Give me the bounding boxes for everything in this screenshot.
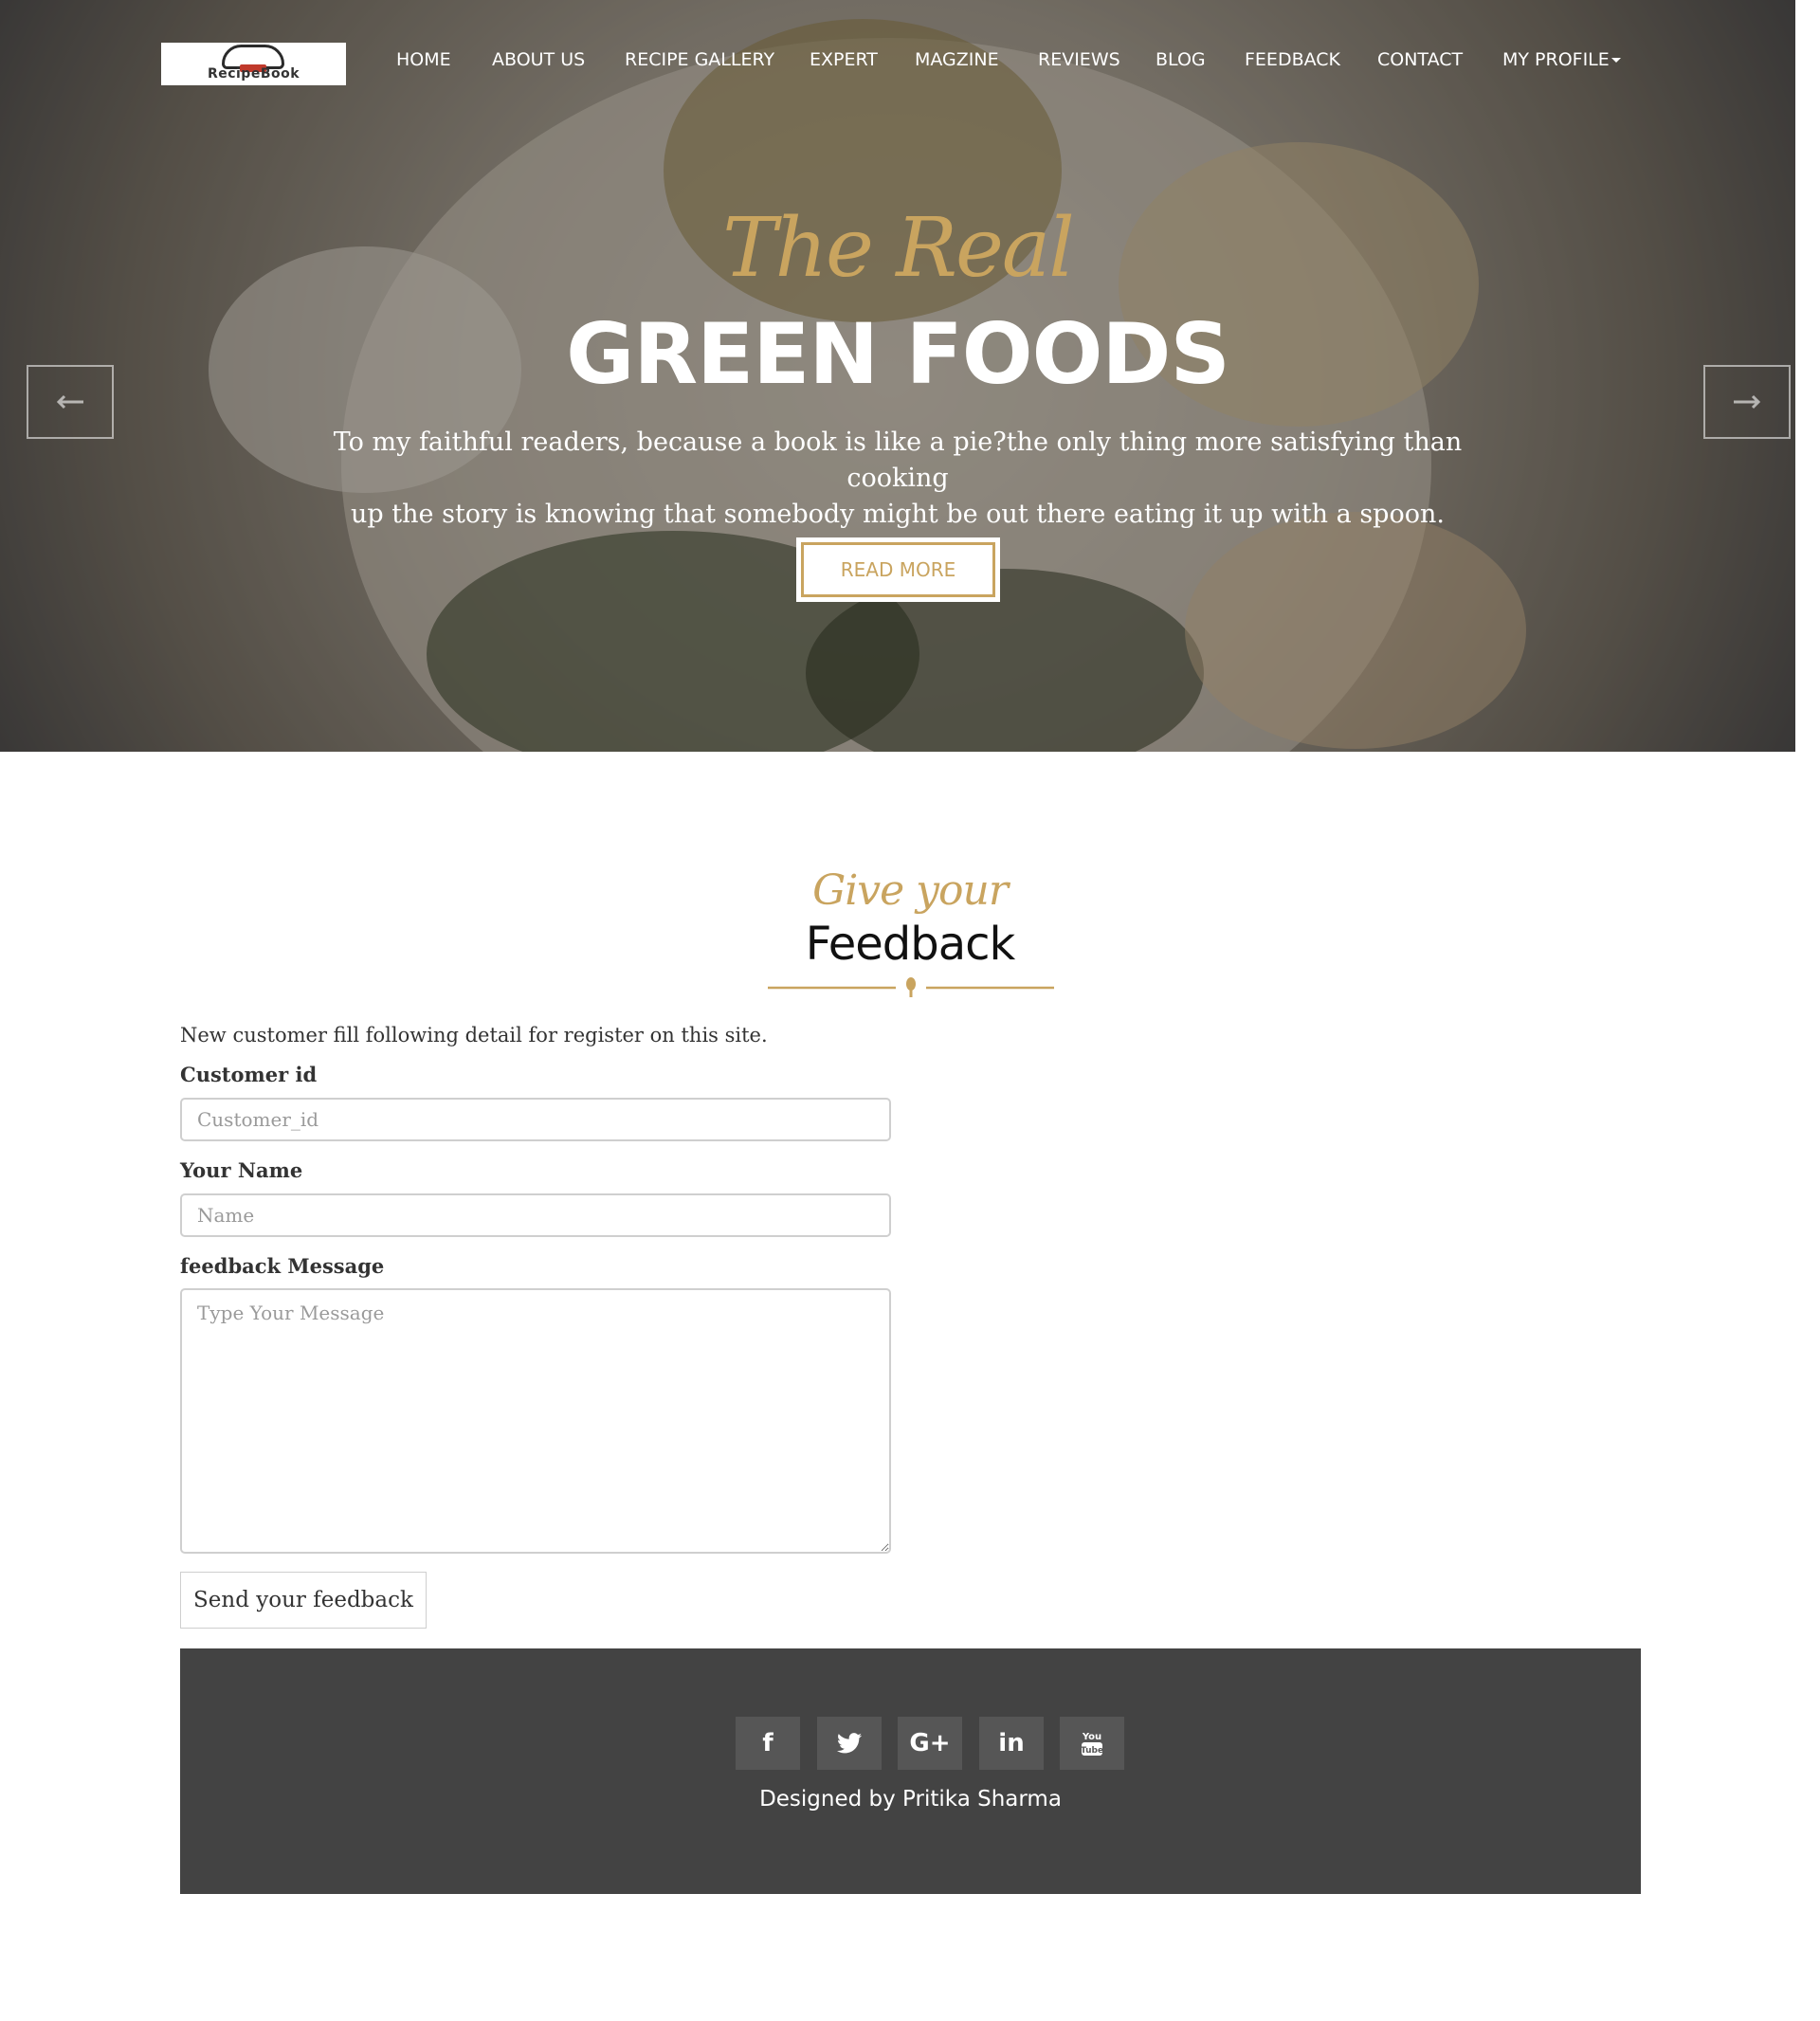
read-more-button[interactable]: READ MORE	[796, 537, 1000, 602]
hero-script-title: The Real	[722, 201, 1074, 296]
linkedin-icon: in	[998, 1729, 1025, 1757]
arrow-right-icon	[1734, 394, 1761, 410]
svg-text:You: You	[1082, 1732, 1101, 1742]
nav-expert[interactable]: EXPERT	[810, 49, 878, 70]
hero-banner: RecipeBook HOME ABOUT US RECIPE GALLERY …	[0, 0, 1795, 752]
twitter-button[interactable]	[817, 1717, 882, 1770]
section-script-title: Give your	[812, 866, 1009, 915]
footer: f G+ in You Tube Designed by Pritika Sha…	[180, 1648, 1641, 1894]
read-more-label: READ MORE	[801, 542, 995, 597]
hero-description-line-1: To my faithful readers, because a book i…	[333, 428, 1463, 493]
nav-reviews[interactable]: REVIEWS	[1038, 49, 1120, 70]
nav-my-profile-label: MY PROFILE	[1502, 49, 1610, 70]
hero-description-line-2: up the story is knowing that somebody mi…	[351, 500, 1445, 529]
nav-home[interactable]: HOME	[396, 49, 451, 70]
nav-about-us[interactable]: ABOUT US	[492, 49, 585, 70]
nav-my-profile[interactable]: MY PROFILE	[1502, 49, 1621, 70]
hero-title: GREEN FOODS	[566, 305, 1230, 403]
carousel-prev-button[interactable]	[27, 365, 114, 439]
nav-contact[interactable]: CONTACT	[1377, 49, 1463, 70]
message-textarea[interactable]	[180, 1288, 891, 1554]
nav-feedback[interactable]: FEEDBACK	[1245, 49, 1340, 70]
name-input[interactable]	[180, 1193, 891, 1237]
twitter-icon	[837, 1733, 862, 1754]
send-feedback-button[interactable]: Send your feedback	[180, 1572, 427, 1629]
message-label: feedback Message	[180, 1254, 385, 1278]
youtube-icon: You Tube	[1081, 1732, 1103, 1756]
linkedin-button[interactable]: in	[979, 1717, 1044, 1770]
caret-down-icon	[1611, 58, 1621, 63]
customer-id-label: Customer id	[180, 1063, 318, 1086]
svg-text:Tube: Tube	[1081, 1746, 1103, 1756]
section-title: Feedback	[805, 918, 1016, 971]
youtube-button[interactable]: You Tube	[1060, 1717, 1124, 1770]
arrow-left-icon	[56, 394, 83, 410]
google-plus-icon: G+	[909, 1729, 951, 1757]
name-label: Your Name	[180, 1158, 303, 1182]
nav-blog[interactable]: BLOG	[1156, 49, 1206, 70]
facebook-icon: f	[762, 1729, 774, 1757]
site-logo[interactable]: RecipeBook	[161, 43, 346, 85]
form-intro-text: New customer fill following detail for r…	[180, 1024, 768, 1047]
footer-credit: Designed by Pritika Sharma	[759, 1787, 1062, 1812]
carousel-next-button[interactable]	[1703, 365, 1791, 439]
facebook-button[interactable]: f	[736, 1717, 800, 1770]
hero-description: To my faithful readers, because a book i…	[313, 425, 1483, 533]
nav-magzine[interactable]: MAGZINE	[915, 49, 999, 70]
customer-id-input[interactable]	[180, 1098, 891, 1141]
google-plus-button[interactable]: G+	[898, 1717, 962, 1770]
nav-recipe-gallery[interactable]: RECIPE GALLERY	[625, 49, 774, 70]
spoon-divider-icon	[768, 977, 1054, 997]
logo-text: RecipeBook	[207, 66, 300, 82]
